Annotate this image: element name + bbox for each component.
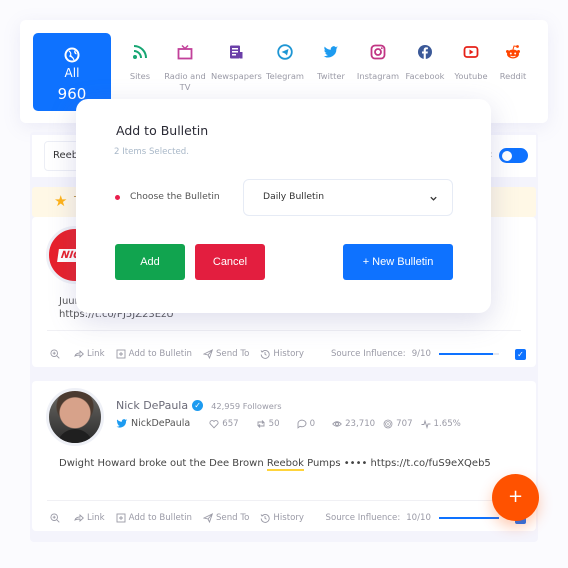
zoom-button[interactable] <box>50 513 63 523</box>
post-text: Dwight Howard broke out the Dee Brown Re… <box>59 458 491 471</box>
plus-square-icon <box>116 513 126 523</box>
source-influence: Source Influence: 9/10 ✓ <box>331 347 526 361</box>
history-button[interactable]: History <box>260 513 304 523</box>
twitter-icon <box>116 419 128 428</box>
history-icon <box>261 349 271 359</box>
influence-bar-fill <box>439 353 493 355</box>
send-to-button[interactable]: Send To <box>202 349 249 359</box>
add-to-bulletin-button[interactable]: Add to Bulletin <box>116 349 192 359</box>
followers-count: 42,959 Followers <box>211 400 282 411</box>
cancel-button[interactable]: Cancel <box>195 244 265 280</box>
globe-icon <box>64 47 80 63</box>
source-tab-facebook[interactable]: Facebook <box>400 44 450 82</box>
post-stats: NickDePaula 657 50 0 23,710 707 1.65% <box>116 418 478 429</box>
keyword-highlight: Reebok <box>266 458 304 471</box>
source-tab-reddit[interactable]: Reddit <box>488 44 538 82</box>
influence-bar-fill <box>439 517 499 519</box>
bulletin-select[interactable]: Daily Bulletin <box>243 179 453 216</box>
retweets-stat: 50 <box>256 419 280 429</box>
source-tab-telegram[interactable]: Telegram <box>260 44 310 82</box>
select-checkbox[interactable]: ✓ <box>515 348 526 360</box>
source-tab-newspapers[interactable]: Newspapers <box>211 44 262 82</box>
modal-title: Add to Bulletin <box>116 123 209 138</box>
source-tab-radio-tv[interactable]: Radio and TV <box>160 44 210 93</box>
pulse-icon <box>421 418 431 429</box>
share-icon <box>74 349 84 359</box>
verified-icon: ✓ <box>192 400 204 411</box>
facebook-icon <box>418 45 432 59</box>
source-tab-twitter[interactable]: Twitter <box>306 44 356 82</box>
author-handle[interactable]: NickDePaula <box>116 418 190 429</box>
post-actions: Link Add to Bulletin Send To History <box>50 511 315 525</box>
history-icon <box>261 513 271 523</box>
engagement-icon <box>383 419 393 428</box>
engagement-stat: 707 <box>383 419 413 429</box>
likes-stat: 657 <box>209 419 239 429</box>
zoom-in-icon <box>50 349 60 359</box>
bulletin-select-value: Daily Bulletin <box>263 191 325 202</box>
post-actions: Link Add to Bulletin Send To History <box>50 347 315 361</box>
app-stage: All 960 Sites Radio and TV Newspapers Te… <box>0 0 568 568</box>
zoom-in-icon <box>50 513 60 523</box>
retweet-icon <box>257 419 265 428</box>
instagram-icon <box>370 44 386 60</box>
author-name[interactable]: Nick DePaula <box>116 399 188 412</box>
new-bulletin-button[interactable]: + New Bulletin <box>343 244 453 280</box>
rate-stat: 1.65% <box>421 419 461 429</box>
link-button[interactable]: Link <box>74 513 105 523</box>
reddit-icon <box>506 45 520 59</box>
send-icon <box>202 349 213 359</box>
add-fab-button[interactable]: + <box>492 474 539 521</box>
chevron-down-icon <box>430 196 437 201</box>
source-tab-instagram[interactable]: Instagram <box>353 44 403 82</box>
twitter-icon <box>323 46 338 58</box>
newspaper-icon <box>230 45 243 59</box>
tv-icon <box>177 44 193 60</box>
zoom-button[interactable] <box>50 349 63 359</box>
divider <box>47 330 521 331</box>
telegram-icon <box>277 44 293 60</box>
comment-icon <box>297 419 307 429</box>
influence-bar <box>439 353 499 355</box>
source-influence: Source Influence: 10/10 ✓ <box>325 511 526 525</box>
source-all-label: All <box>64 66 80 80</box>
link-button[interactable]: Link <box>74 349 105 359</box>
youtube-icon <box>463 46 479 58</box>
send-to-button[interactable]: Send To <box>202 513 249 523</box>
replies-stat: 0 <box>297 419 315 429</box>
history-button[interactable]: History <box>260 349 304 359</box>
required-dot-icon <box>115 195 120 200</box>
choose-bulletin-label: Choose the Bulletin <box>130 191 220 202</box>
divider <box>47 500 521 501</box>
post-card: Nick DePaula ✓ 42,959 Followers NickDePa… <box>32 381 536 531</box>
source-tab-sites[interactable]: Sites <box>115 44 165 82</box>
rss-icon <box>133 45 147 59</box>
add-to-bulletin-modal: Add to Bulletin 2 Items Selected. Choose… <box>76 99 491 313</box>
views-stat: 23,710 <box>332 419 375 429</box>
share-icon <box>74 513 84 523</box>
send-icon <box>202 513 213 523</box>
filter-toggle[interactable] <box>499 148 528 163</box>
avatar <box>46 388 104 446</box>
modal-subtitle: 2 Items Selected. <box>114 147 189 157</box>
plus-square-icon <box>116 349 126 359</box>
eye-icon <box>332 420 342 427</box>
add-button[interactable]: Add <box>115 244 185 280</box>
influence-bar <box>439 517 499 519</box>
post-author: Nick DePaula ✓ 42,959 Followers <box>116 399 282 412</box>
heart-icon <box>209 419 219 428</box>
add-to-bulletin-button[interactable]: Add to Bulletin <box>116 513 192 523</box>
star-icon: ★ <box>54 192 68 210</box>
